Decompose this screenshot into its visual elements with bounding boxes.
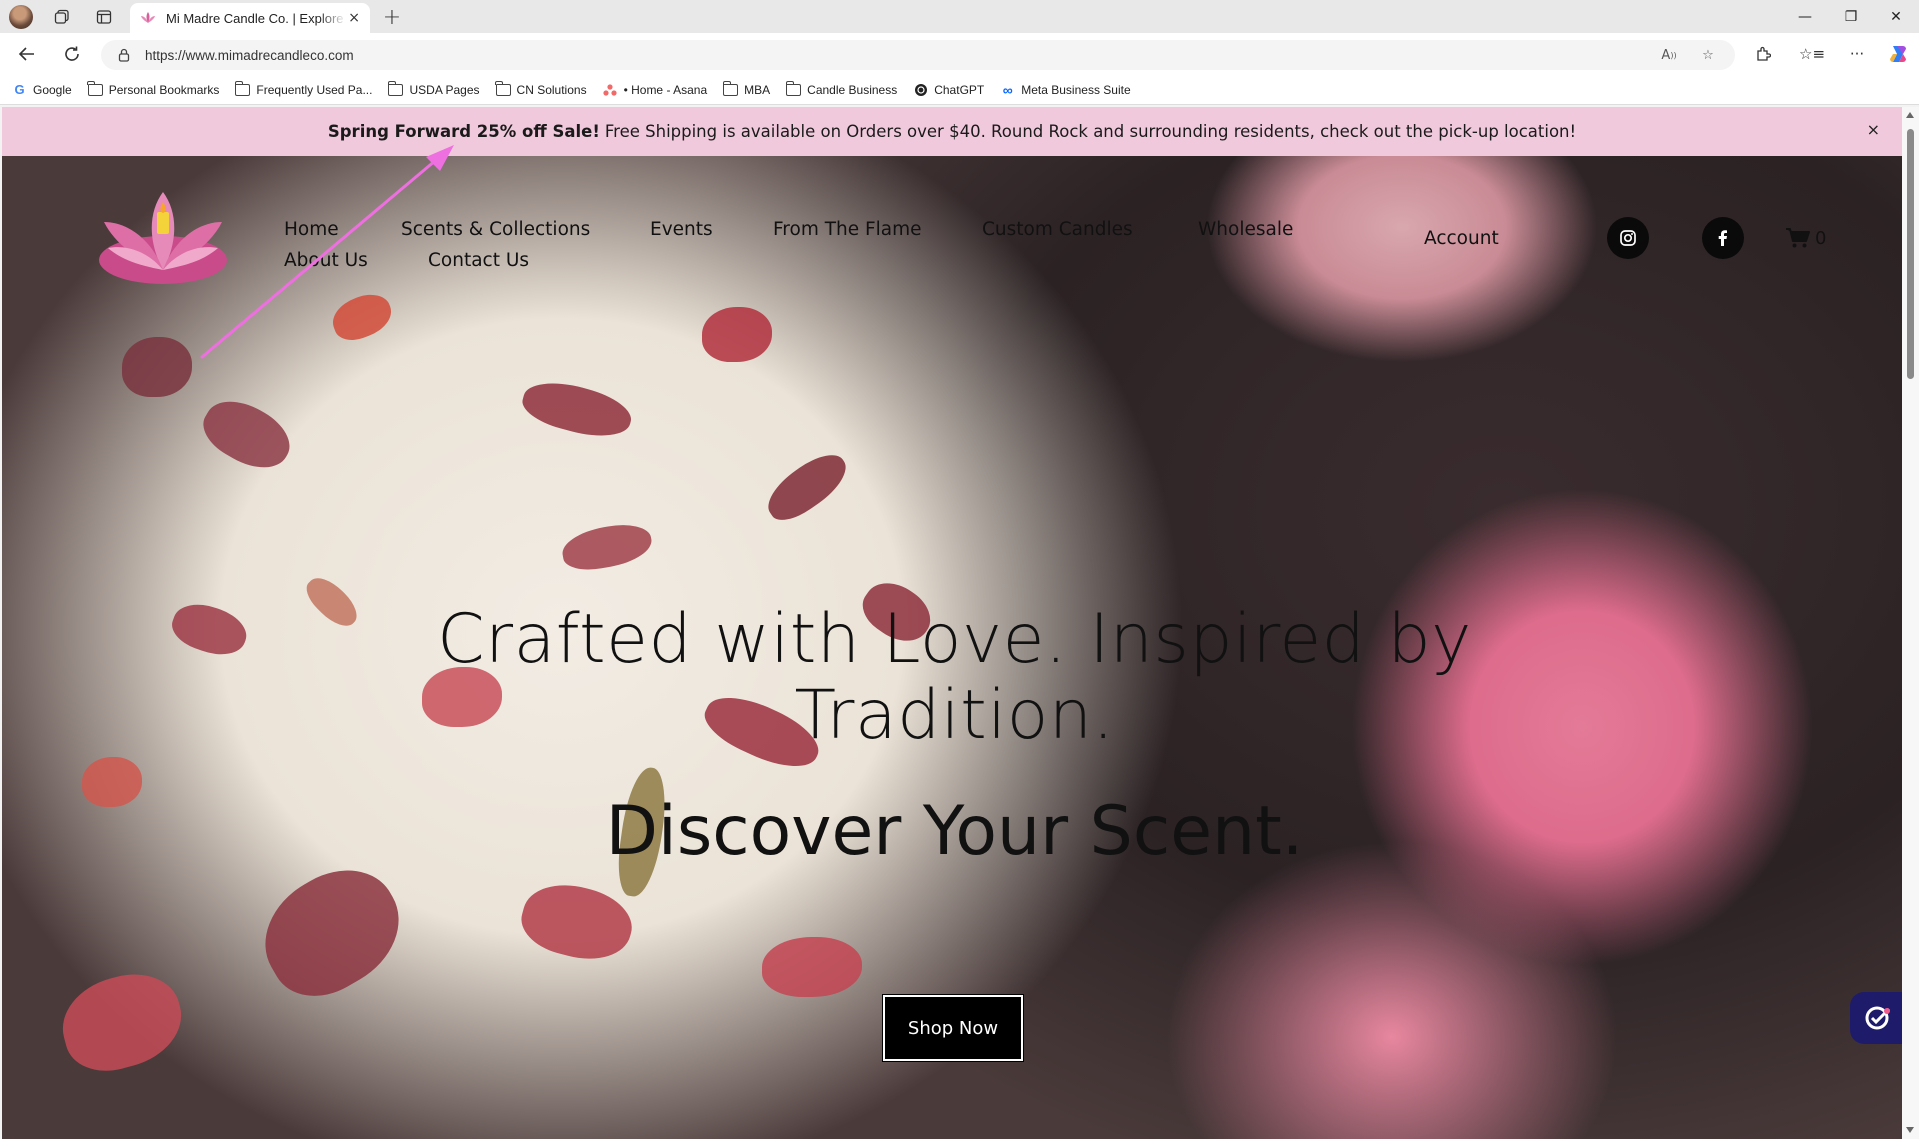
browser-tab-strip: Mi Madre Candle Co. | Explore Ha × + — ❐… bbox=[0, 0, 1919, 33]
lock-icon[interactable] bbox=[117, 48, 131, 62]
favorite-star-icon[interactable]: ☆ bbox=[1698, 46, 1718, 64]
main-navigation: Home Scents & Collections Events From Th… bbox=[282, 212, 1302, 282]
bookmark-label: MBA bbox=[744, 82, 771, 97]
facebook-button[interactable] bbox=[1702, 217, 1744, 259]
extensions-icon[interactable] bbox=[1750, 41, 1776, 67]
copilot-icon[interactable] bbox=[1885, 41, 1911, 67]
lotus-favicon-icon bbox=[141, 12, 155, 23]
instagram-button[interactable] bbox=[1607, 217, 1649, 259]
folder-icon bbox=[722, 80, 739, 96]
hero-heading: Crafted with Love. Inspired by Tradition… bbox=[437, 600, 1472, 755]
nav-from-the-flame[interactable]: From The Flame bbox=[773, 219, 922, 240]
bookmark-label: CN Solutions bbox=[516, 82, 587, 97]
promo-banner: Spring Forward 25% off Sale! Free Shippi… bbox=[2, 107, 1902, 156]
asana-icon bbox=[603, 83, 618, 96]
bookmark-label: Frequently Used Pa... bbox=[256, 82, 373, 97]
nav-contact-us[interactable]: Contact Us bbox=[428, 250, 529, 271]
nav-events[interactable]: Events bbox=[650, 219, 713, 240]
bookmark-label: Personal Bookmarks bbox=[108, 82, 220, 97]
facebook-icon bbox=[1718, 230, 1727, 246]
scroll-up-icon[interactable] bbox=[1906, 112, 1914, 118]
tab-close-icon[interactable]: × bbox=[348, 10, 360, 26]
folder-icon bbox=[785, 80, 802, 96]
bookmarks-bar: G Google Personal Bookmarks Frequently U… bbox=[0, 75, 1919, 105]
bookmark-label: Meta Business Suite bbox=[1021, 82, 1131, 97]
bookmark-asana[interactable]: • Home - Asana bbox=[603, 82, 708, 97]
bookmark-label: ChatGPT bbox=[934, 82, 985, 97]
close-window-button[interactable]: ✕ bbox=[1873, 0, 1919, 33]
folder-icon bbox=[87, 80, 103, 96]
google-icon: G bbox=[14, 82, 25, 97]
tab-title: Mi Madre Candle Co. | Explore Ha bbox=[166, 10, 346, 26]
refresh-button[interactable] bbox=[57, 40, 87, 68]
back-arrow-icon bbox=[18, 47, 34, 61]
bookmark-candle-business[interactable]: Candle Business bbox=[785, 80, 898, 97]
nav-about-us[interactable]: About Us bbox=[284, 250, 368, 271]
nav-custom-candles[interactable]: Custom Candles bbox=[982, 219, 1133, 240]
address-bar[interactable]: https://www.mimadrecandleco.com A)) ☆ bbox=[101, 40, 1735, 70]
cart-count: 0 bbox=[1815, 227, 1827, 249]
scrollbar-thumb[interactable] bbox=[1907, 129, 1914, 379]
bookmark-label: Candle Business bbox=[807, 82, 898, 97]
bookmark-google[interactable]: G Google bbox=[12, 82, 72, 97]
promo-bold-text: Spring Forward 25% off Sale! bbox=[327, 122, 600, 141]
chat-widget-button[interactable] bbox=[1850, 992, 1902, 1044]
instagram-icon bbox=[1620, 230, 1636, 246]
bookmark-personal-bookmarks[interactable]: Personal Bookmarks bbox=[87, 80, 220, 97]
read-aloud-icon[interactable]: A)) bbox=[1659, 46, 1679, 64]
bookmark-label: • Home - Asana bbox=[623, 82, 708, 97]
shop-now-button[interactable]: Shop Now bbox=[882, 994, 1024, 1062]
bookmark-label: USDA Pages bbox=[409, 82, 480, 97]
vertical-tabs-icon[interactable] bbox=[90, 4, 118, 30]
page-scrollbar[interactable] bbox=[1902, 107, 1919, 1139]
bookmark-chatgpt[interactable]: ChatGPT bbox=[913, 83, 984, 97]
new-tab-button[interactable]: + bbox=[378, 4, 406, 30]
scroll-down-icon[interactable] bbox=[1906, 1127, 1914, 1133]
bookmark-frequently-used[interactable]: Frequently Used Pa... bbox=[235, 80, 373, 97]
restore-button[interactable]: ❐ bbox=[1828, 0, 1874, 33]
promo-text: Free Shipping is available on Orders ove… bbox=[604, 122, 1577, 141]
nav-scents-collections[interactable]: Scents & Collections bbox=[401, 219, 590, 240]
bookmark-cn-solutions[interactable]: CN Solutions bbox=[495, 80, 587, 97]
shopping-cart-icon bbox=[1786, 228, 1810, 248]
url-text[interactable]: https://www.mimadrecandleco.com bbox=[145, 48, 354, 63]
account-link[interactable]: Account bbox=[1424, 228, 1499, 249]
chatgpt-icon bbox=[913, 83, 928, 96]
close-banner-icon[interactable]: × bbox=[1867, 120, 1880, 139]
bookmark-meta-business-suite[interactable]: ∞ Meta Business Suite bbox=[1000, 81, 1131, 98]
browser-toolbar: https://www.mimadrecandleco.com A)) ☆ ☆≡… bbox=[0, 33, 1919, 75]
back-button[interactable] bbox=[12, 40, 42, 68]
tab-mi-madre-candle[interactable]: Mi Madre Candle Co. | Explore Ha × bbox=[130, 3, 370, 33]
favorites-icon[interactable]: ☆≡ bbox=[1799, 41, 1825, 67]
folder-icon bbox=[495, 80, 511, 96]
hero-subheading: Discover Your Scent. bbox=[605, 792, 1304, 871]
chat-check-icon bbox=[1865, 1006, 1891, 1030]
profile-avatar[interactable] bbox=[9, 5, 33, 29]
cart-button[interactable]: 0 bbox=[1785, 227, 1826, 249]
workspaces-icon[interactable] bbox=[48, 4, 76, 30]
minimize-button[interactable]: — bbox=[1782, 0, 1828, 33]
folder-icon bbox=[235, 80, 251, 96]
bookmark-mba[interactable]: MBA bbox=[722, 80, 771, 97]
bookmark-label: Google bbox=[33, 82, 72, 97]
nav-wholesale[interactable]: Wholesale bbox=[1198, 219, 1293, 240]
meta-icon: ∞ bbox=[1002, 81, 1013, 98]
bookmark-usda-pages[interactable]: USDA Pages bbox=[388, 80, 480, 97]
more-menu-icon[interactable]: ··· bbox=[1844, 41, 1870, 67]
page-viewport: Spring Forward 25% off Sale! Free Shippi… bbox=[2, 107, 1902, 1139]
site-logo[interactable] bbox=[94, 182, 232, 292]
folder-icon bbox=[388, 80, 404, 96]
nav-home[interactable]: Home bbox=[284, 219, 339, 240]
refresh-icon bbox=[65, 46, 79, 61]
